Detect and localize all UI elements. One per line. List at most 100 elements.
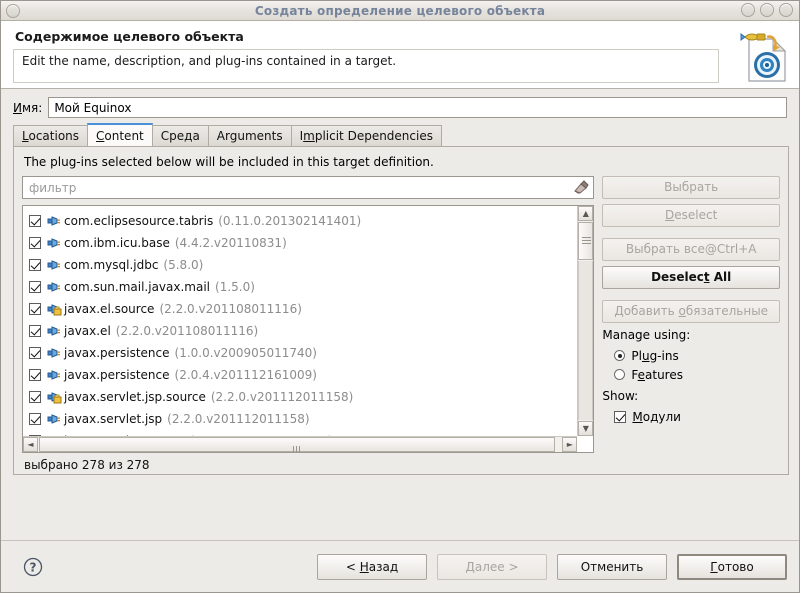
- page-description: Edit the name, description, and plug-ins…: [13, 49, 719, 83]
- item-checkbox[interactable]: [29, 369, 41, 381]
- finish-button[interactable]: Готово: [677, 553, 787, 580]
- plugin-icon: [46, 346, 62, 360]
- item-version: (1.0.0.v200905011740): [174, 346, 317, 360]
- checkbox-modules[interactable]: Модули: [614, 407, 780, 426]
- tab-content[interactable]: Content: [87, 123, 153, 146]
- item-version: (4.4.2.v20110831): [174, 236, 287, 250]
- filter-row: [22, 176, 595, 199]
- maximize-button[interactable]: [760, 3, 774, 17]
- scroll-left-icon[interactable]: ◄: [23, 437, 38, 452]
- plugin-list-items: com.eclipsesource.tabris (0.11.0.2013021…: [23, 206, 577, 436]
- name-label: Имя:: [13, 100, 43, 115]
- vertical-scroll-thumb[interactable]: [578, 222, 594, 260]
- plugin-icon: [46, 236, 62, 250]
- item-checkbox[interactable]: [29, 413, 41, 425]
- grip-icon: [582, 237, 592, 244]
- item-checkbox[interactable]: [29, 391, 41, 403]
- tab-environment[interactable]: Среда: [151, 125, 209, 146]
- show-label: Show:: [602, 389, 639, 403]
- plugin-list-column: com.eclipsesource.tabris (0.11.0.2013021…: [22, 176, 595, 472]
- content-side-panel: Выбрать Deselect Выбрать все@Ctrl+A Dese…: [602, 176, 780, 472]
- list-item[interactable]: javax.persistence (2.0.4.v201112161009): [29, 364, 577, 386]
- list-item[interactable]: com.mysql.jdbc (5.8.0): [29, 254, 577, 276]
- radio-indicator[interactable]: [614, 369, 626, 380]
- eraser-icon[interactable]: [572, 179, 590, 195]
- tab-locations[interactable]: Locations: [13, 125, 89, 146]
- radio-plug-ins-label: Plug-ins: [631, 348, 679, 363]
- grip-icon: [293, 442, 302, 452]
- select-all-button[interactable]: Выбрать все@Ctrl+A: [602, 238, 780, 261]
- dialog-body: Имя: Locations Content Среда Arguments I…: [1, 89, 799, 541]
- title-bar: Создать определение целевого объекта: [1, 1, 799, 21]
- cancel-button[interactable]: Отменить: [557, 553, 667, 580]
- item-version: (2.2.0.v201112011158): [210, 390, 354, 404]
- item-name: com.mysql.jdbc: [64, 258, 159, 272]
- item-name: javax.el: [64, 324, 111, 338]
- item-name: javax.persistence: [64, 346, 170, 360]
- item-name: javax.servlet.jsp: [64, 412, 163, 426]
- item-checkbox[interactable]: [29, 303, 41, 315]
- target-definition-icon: [733, 25, 791, 83]
- item-checkbox[interactable]: [29, 237, 41, 249]
- tab-arguments[interactable]: Arguments: [207, 125, 292, 146]
- item-version: (2.2.0.v201108011116): [115, 324, 259, 338]
- add-required-button[interactable]: Добавить обязательные: [602, 300, 780, 323]
- plugin-list[interactable]: com.eclipsesource.tabris (0.11.0.2013021…: [22, 205, 595, 453]
- list-item[interactable]: javax.servlet.jsp.source (2.2.0.v2011120…: [29, 386, 577, 408]
- horizontal-scrollbar[interactable]: ◄ ►: [23, 436, 578, 452]
- plugin-icon: [46, 258, 62, 272]
- vertical-scrollbar[interactable]: ▲ ▼: [577, 206, 594, 436]
- next-button[interactable]: Далее >: [437, 553, 547, 580]
- help-question-icon[interactable]: ?: [23, 557, 43, 577]
- list-item[interactable]: com.eclipsesource.tabris (0.11.0.2013021…: [29, 210, 577, 232]
- list-item[interactable]: javax.persistence (1.0.0.v200905011740): [29, 342, 577, 364]
- name-input[interactable]: [48, 97, 787, 118]
- scroll-right-icon[interactable]: ►: [562, 437, 578, 452]
- filter-input[interactable]: [22, 176, 595, 199]
- item-checkbox[interactable]: [29, 281, 41, 293]
- name-row: Имя:: [11, 89, 789, 124]
- close-button[interactable]: [779, 3, 793, 17]
- item-name: javax.el.source: [64, 302, 155, 316]
- list-item[interactable]: javax.el.source (2.2.0.v201108011116): [29, 298, 577, 320]
- minimize-button[interactable]: [741, 3, 755, 17]
- vertical-scroll-track[interactable]: [578, 261, 594, 420]
- manage-using-label: Manage using:: [602, 328, 691, 342]
- window-title: Создать определение целевого объекта: [254, 3, 546, 18]
- svg-text:?: ?: [30, 560, 37, 574]
- select-button[interactable]: Выбрать: [602, 176, 780, 199]
- checkbox-indicator[interactable]: [614, 410, 627, 423]
- radio-features[interactable]: Features: [614, 365, 780, 384]
- dialog-banner: Содержимое целевого объекта Edit the nam…: [1, 21, 799, 89]
- list-item[interactable]: com.ibm.icu.base (4.4.2.v20110831): [29, 232, 577, 254]
- list-item[interactable]: com.sun.mail.javax.mail (1.5.0): [29, 276, 577, 298]
- source-plugin-icon: [46, 302, 62, 316]
- tab-implicit-dependencies[interactable]: Implicit Dependencies: [290, 125, 442, 146]
- window-controls: [741, 3, 793, 17]
- item-checkbox[interactable]: [29, 259, 41, 271]
- item-version: (2.2.0.v201112011158): [167, 412, 310, 426]
- back-button[interactable]: < Назад: [317, 553, 427, 580]
- item-checkbox[interactable]: [29, 325, 41, 337]
- radio-plug-ins[interactable]: Plug-ins: [614, 346, 780, 365]
- selection-status: выбрано 278 из 278: [24, 458, 150, 472]
- plugin-icon: [46, 324, 62, 338]
- list-item[interactable]: javax.servlet.jsp (2.2.0.v201112011158): [29, 408, 577, 430]
- item-checkbox[interactable]: [29, 347, 41, 359]
- dialog-window: Создать определение целевого объекта Сод…: [0, 0, 800, 593]
- list-item[interactable]: javax.el (2.2.0.v201108011116): [29, 320, 577, 342]
- content-description: The plug-ins selected below will be incl…: [24, 155, 434, 169]
- deselect-all-button[interactable]: Deselect All: [602, 266, 780, 289]
- item-checkbox[interactable]: [29, 215, 41, 227]
- plugin-icon: [46, 368, 62, 382]
- deselect-button[interactable]: Deselect: [602, 204, 780, 227]
- horizontal-scroll-thumb[interactable]: [39, 437, 555, 452]
- scroll-up-icon[interactable]: ▲: [578, 206, 594, 221]
- source-plugin-icon: [46, 390, 62, 404]
- radio-features-label: Features: [631, 367, 683, 382]
- radio-indicator[interactable]: [614, 350, 626, 361]
- dialog-footer: ? < Назад Далее > Отменить Готово: [1, 540, 799, 592]
- plugin-icon: [46, 214, 62, 228]
- scroll-down-icon[interactable]: ▼: [578, 421, 594, 436]
- item-version: (2.2.0.v201108011116): [159, 302, 302, 316]
